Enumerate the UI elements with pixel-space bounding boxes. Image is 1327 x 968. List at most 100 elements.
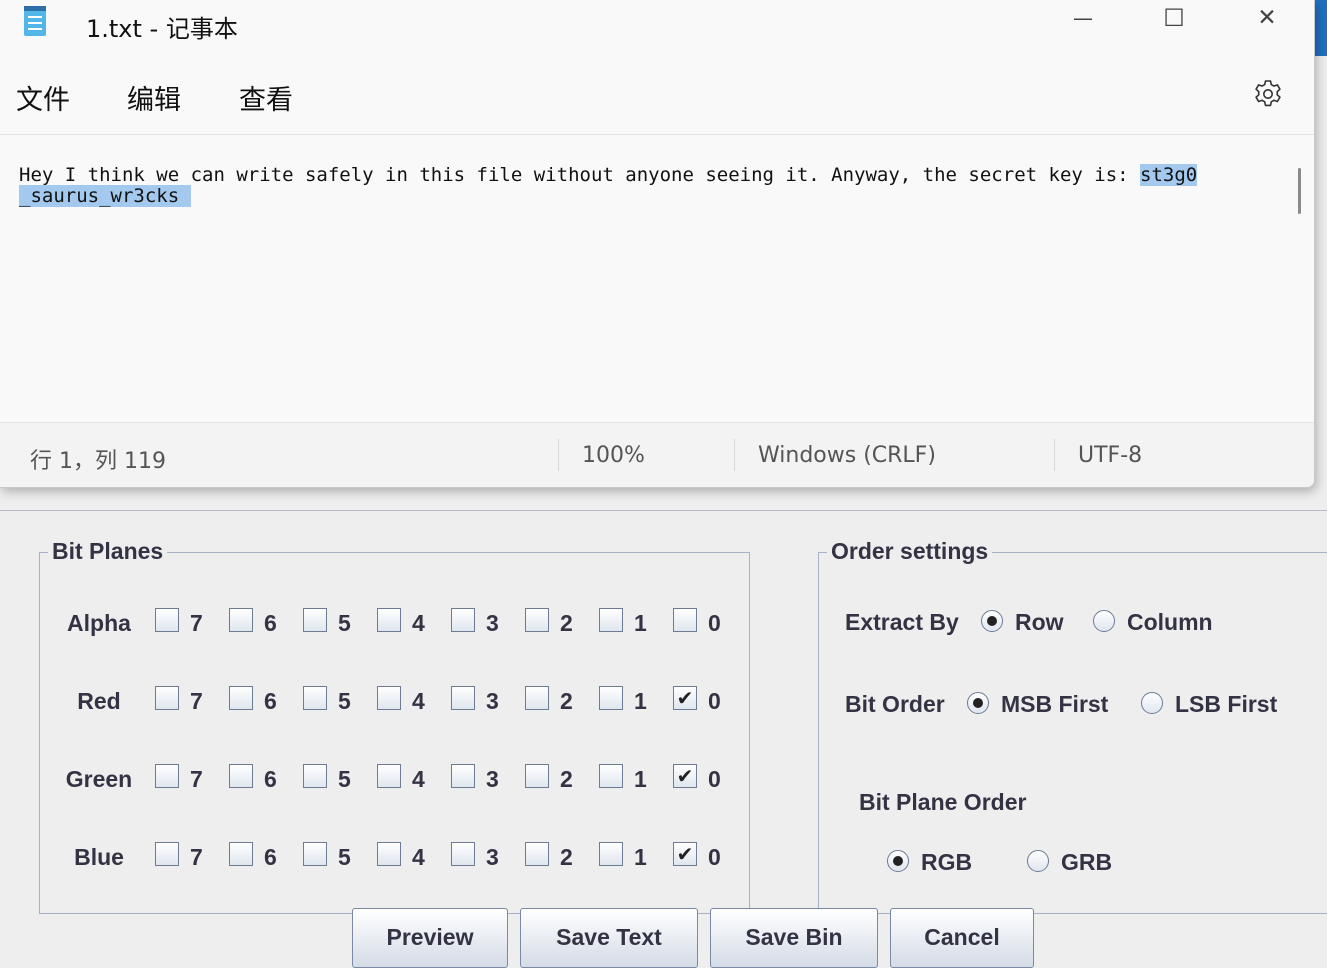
extract-by-row-radio[interactable] <box>981 610 1003 632</box>
minimize-button[interactable]: — <box>1038 0 1128 44</box>
bit-checkbox-green-4[interactable] <box>377 764 401 788</box>
background-window-edge <box>1315 0 1327 56</box>
bit-checkbox-green-1[interactable] <box>599 764 623 788</box>
bit-checkbox-alpha-2[interactable] <box>525 608 549 632</box>
bit-checkbox-label: 0 <box>708 610 721 636</box>
bit-checkbox-label: 0 <box>708 766 721 792</box>
bit-checkbox-green-2[interactable] <box>525 764 549 788</box>
bit-order-msb-radio[interactable] <box>967 692 989 714</box>
bit-checkbox-green-6[interactable] <box>229 764 253 788</box>
bit-order-msb-label[interactable]: MSB First <box>1001 691 1108 718</box>
bit-checkbox-blue-1[interactable] <box>599 842 623 866</box>
notepad-app-icon <box>24 6 46 36</box>
bit-checkbox-blue-0[interactable]: ✔ <box>673 842 697 866</box>
row-label: Blue <box>74 844 124 870</box>
bit-checkbox-blue-7[interactable] <box>155 842 179 866</box>
bit-plane-order-rgb-label[interactable]: RGB <box>921 849 972 876</box>
bit-checkbox-label: 4 <box>412 844 425 870</box>
bit-checkbox-red-2[interactable] <box>525 686 549 710</box>
bit-checkbox-blue-6[interactable] <box>229 842 253 866</box>
plain-text: Hey I think we can write safely in this … <box>19 164 1141 186</box>
bit-checkbox-green-7[interactable] <box>155 764 179 788</box>
bit-checkbox-label: 2 <box>560 844 573 870</box>
menu-edit[interactable]: 编辑 <box>127 78 181 117</box>
extract-by-column-label[interactable]: Column <box>1127 609 1213 636</box>
save-text-button[interactable]: Save Text <box>520 908 698 968</box>
bit-plane-order-grb-label[interactable]: GRB <box>1061 849 1112 876</box>
bit-checkbox-alpha-6[interactable] <box>229 608 253 632</box>
bit-checkbox-label: 1 <box>634 766 647 792</box>
maximize-button[interactable]: ☐ <box>1129 0 1219 44</box>
bit-checkbox-green-5[interactable] <box>303 764 327 788</box>
title-bar[interactable]: 1.txt - 记事本 — ☐ ✕ <box>0 0 1314 50</box>
save-bin-button[interactable]: Save Bin <box>710 908 878 968</box>
editor-content[interactable]: Hey I think we can write safely in this … <box>19 164 1279 207</box>
bit-checkbox-red-0[interactable]: ✔ <box>673 686 697 710</box>
bit-checkbox-blue-2[interactable] <box>525 842 549 866</box>
bit-checkbox-label: 5 <box>338 610 351 636</box>
bit-checkbox-label: 2 <box>560 688 573 714</box>
bit-checkbox-alpha-5[interactable] <box>303 608 327 632</box>
row-label: Alpha <box>67 610 131 636</box>
bit-row-blue: Blue 7 6 5 4 3 2 1 ✔ 0 <box>40 842 749 872</box>
status-bar: 行 1，列 119 100% Windows (CRLF) UTF-8 <box>0 422 1314 487</box>
menu-view[interactable]: 查看 <box>239 78 293 117</box>
bit-checkbox-label: 3 <box>486 844 499 870</box>
bit-checkbox-label: 3 <box>486 688 499 714</box>
encoding: UTF-8 <box>1078 443 1143 468</box>
bit-checkbox-alpha-0[interactable] <box>673 608 697 632</box>
selected-text-continued: _saurus_wr3cks <box>19 185 191 207</box>
bit-checkbox-alpha-3[interactable] <box>451 608 475 632</box>
text-editor[interactable]: Hey I think we can write safely in this … <box>0 134 1314 423</box>
bit-checkbox-blue-5[interactable] <box>303 842 327 866</box>
bit-row-green: Green 7 6 5 4 3 2 1 ✔ 0 <box>40 764 749 794</box>
bit-checkbox-blue-3[interactable] <box>451 842 475 866</box>
bit-checkbox-red-4[interactable] <box>377 686 401 710</box>
bit-checkbox-label: 4 <box>412 688 425 714</box>
maximize-icon: ☐ <box>1163 4 1185 32</box>
bit-plane-order-grb-radio[interactable] <box>1027 850 1049 872</box>
line-ending: Windows (CRLF) <box>758 443 936 468</box>
extract-by-row-label[interactable]: Row <box>1015 609 1064 636</box>
bit-checkbox-red-1[interactable] <box>599 686 623 710</box>
window-title: 1.txt - 记事本 <box>86 15 238 43</box>
row-label: Red <box>77 688 121 714</box>
settings-gear-icon[interactable] <box>1252 78 1284 110</box>
close-button[interactable]: ✕ <box>1222 0 1312 44</box>
bit-checkbox-red-5[interactable] <box>303 686 327 710</box>
bit-checkbox-label: 6 <box>264 688 277 714</box>
bit-checkbox-alpha-1[interactable] <box>599 608 623 632</box>
preview-button[interactable]: Preview <box>352 908 508 968</box>
bit-checkbox-blue-4[interactable] <box>377 842 401 866</box>
bit-checkbox-label: 5 <box>338 844 351 870</box>
bit-order-lsb-label[interactable]: LSB First <box>1175 691 1277 718</box>
close-icon: ✕ <box>1257 5 1277 31</box>
order-settings-group: Order settings Extract By Row Column Bit… <box>818 538 1327 914</box>
extract-by-column-radio[interactable] <box>1093 610 1115 632</box>
bit-checkbox-label: 1 <box>634 844 647 870</box>
menu-file[interactable]: 文件 <box>16 78 70 117</box>
extract-by-label: Extract By <box>845 609 959 635</box>
bit-checkbox-red-6[interactable] <box>229 686 253 710</box>
bit-planes-title: Bit Planes <box>48 538 168 565</box>
status-divider <box>558 439 559 471</box>
bit-checkbox-label: 6 <box>264 844 277 870</box>
bit-checkbox-red-3[interactable] <box>451 686 475 710</box>
menu-bar: 文件 编辑 查看 <box>0 70 1314 130</box>
bit-checkbox-green-0[interactable]: ✔ <box>673 764 697 788</box>
vertical-scrollbar[interactable] <box>1298 168 1301 214</box>
bit-checkbox-label: 5 <box>338 688 351 714</box>
cancel-button[interactable]: Cancel <box>890 908 1034 968</box>
bit-checkbox-label: 7 <box>190 844 203 870</box>
bit-checkbox-alpha-4[interactable] <box>377 608 401 632</box>
bit-checkbox-green-3[interactable] <box>451 764 475 788</box>
bit-checkbox-label: 6 <box>264 766 277 792</box>
bit-order-lsb-radio[interactable] <box>1141 692 1163 714</box>
bit-checkbox-alpha-7[interactable] <box>155 608 179 632</box>
bit-checkbox-label: 2 <box>560 766 573 792</box>
cursor-position: 行 1，列 119 <box>30 449 166 474</box>
bit-plane-order-rgb-radio[interactable] <box>887 850 909 872</box>
status-divider <box>734 439 735 471</box>
bit-checkbox-red-7[interactable] <box>155 686 179 710</box>
bit-row-alpha: Alpha 7 6 5 4 3 2 1 0 <box>40 608 749 638</box>
